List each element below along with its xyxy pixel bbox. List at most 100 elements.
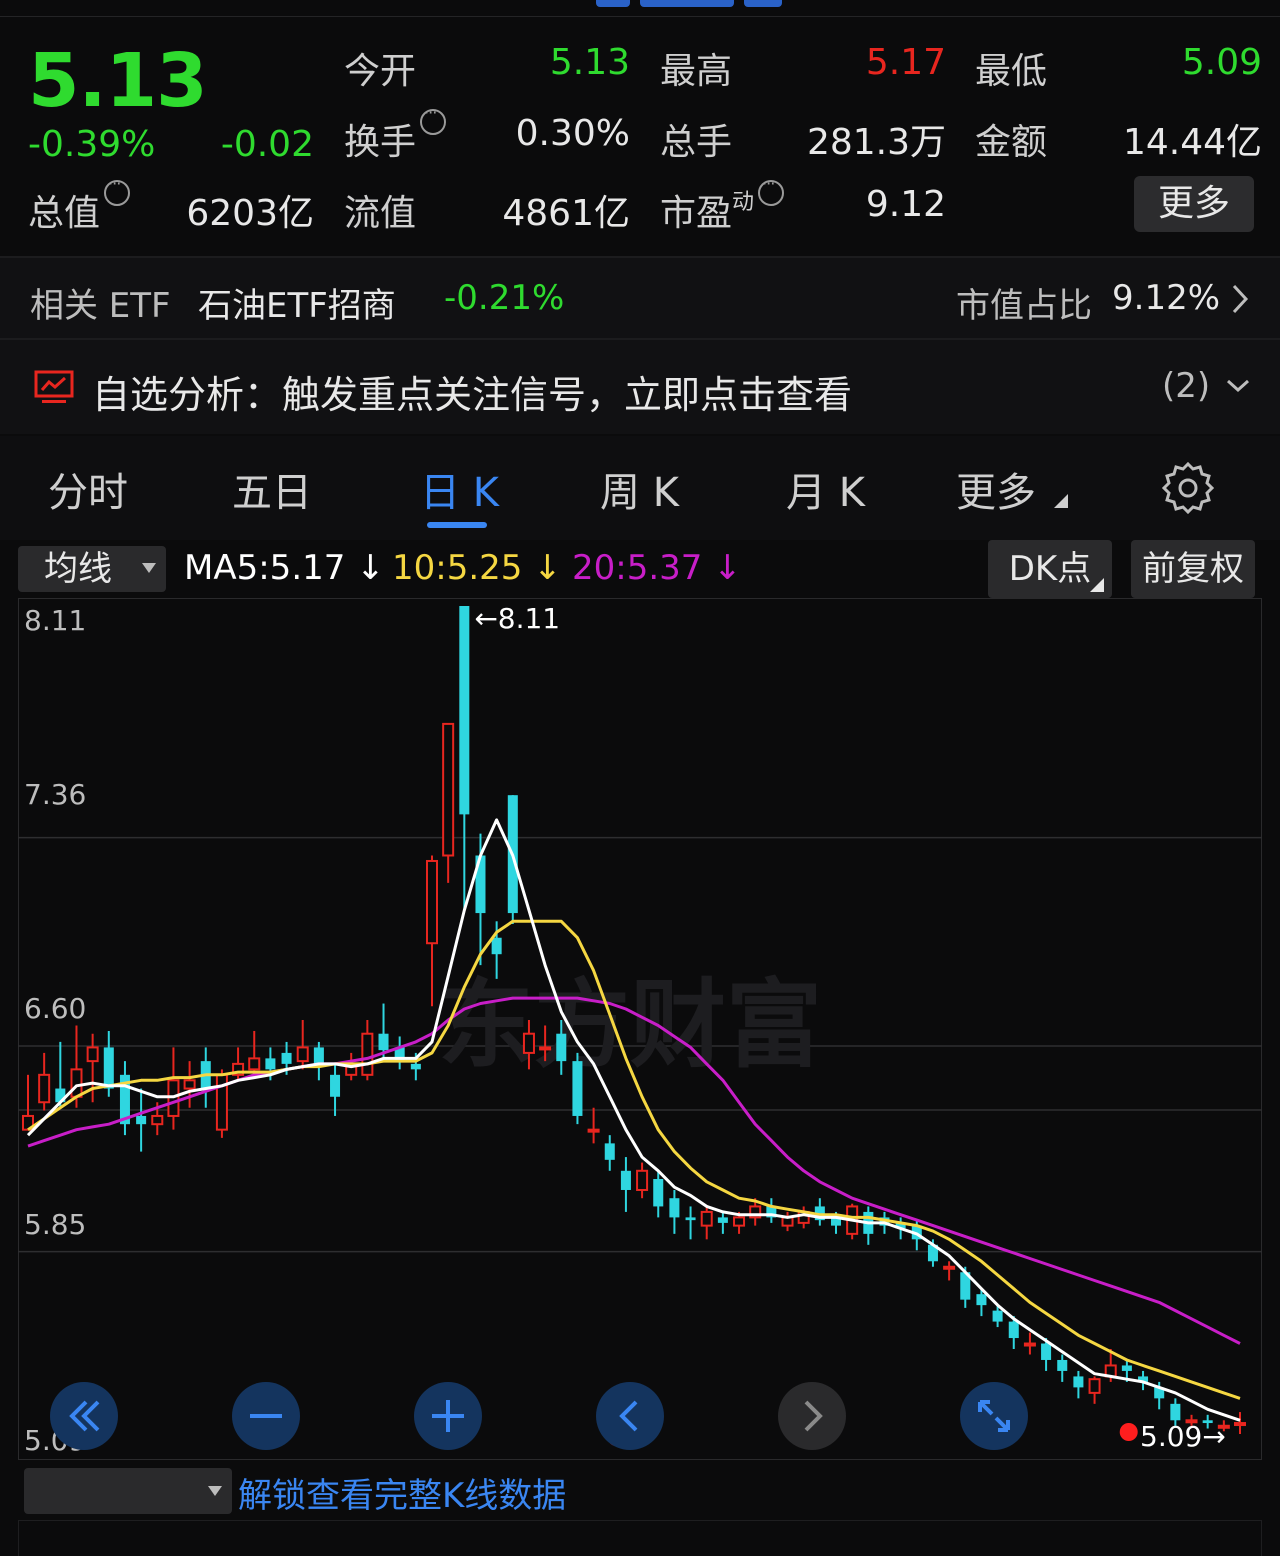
candle-body xyxy=(103,1047,114,1089)
candle-body xyxy=(700,1210,713,1227)
candle xyxy=(215,1069,228,1138)
tab-daily-k[interactable]: 日 K xyxy=(420,460,499,518)
amount-label: 金额 xyxy=(975,122,1048,163)
ma5-readout: MA5:5.17 ↓ xyxy=(184,548,385,588)
header-tab-pill[interactable] xyxy=(640,0,734,7)
settings-gear-icon[interactable] xyxy=(1162,462,1214,514)
candle xyxy=(459,606,470,911)
ma10-readout: 10:5.25 ↓ xyxy=(392,548,562,588)
header-tab-pill[interactable] xyxy=(744,0,782,7)
blurred-selector[interactable] xyxy=(24,1468,232,1514)
kline-chart[interactable]: 东方财富 8.117.366.605.855.09 ←8.115.09→ xyxy=(18,598,1262,1460)
pe-label[interactable]: 市盈动 xyxy=(660,174,785,236)
low-label: 最低 xyxy=(975,51,1048,92)
candle xyxy=(814,1198,825,1226)
minus-icon xyxy=(250,1414,282,1418)
more-info-icon[interactable] xyxy=(420,103,447,135)
chevron-right-icon xyxy=(804,1400,823,1432)
last-price-marker: 5.09→ xyxy=(1140,1420,1226,1453)
y-tick-label: 5.85 xyxy=(24,1208,86,1241)
chevron-right-icon[interactable] xyxy=(1230,282,1252,316)
indicator-selector[interactable]: 均线 xyxy=(18,546,166,592)
y-tick-label: 7.36 xyxy=(24,778,86,811)
etf-label: 相关 ETF xyxy=(30,286,171,326)
etf-name[interactable]: 石油ETF招商 xyxy=(198,278,396,327)
double-chevron-left-icon xyxy=(69,1400,100,1432)
candle-body xyxy=(733,1216,746,1227)
chevron-down-icon[interactable] xyxy=(1226,378,1250,394)
low-value: 5.09 xyxy=(1181,42,1262,83)
candle xyxy=(442,722,455,883)
price-adjust-button[interactable]: 前复权 xyxy=(1131,540,1255,598)
tab-more[interactable]: 更多 xyxy=(956,460,1036,518)
zoom-out-button[interactable] xyxy=(232,1382,300,1450)
ma20-value: 20:5.37 xyxy=(572,548,703,588)
candle-body xyxy=(442,722,455,857)
expand-icon xyxy=(978,1400,1010,1432)
candle xyxy=(21,1074,35,1131)
market-cap-value: 6203亿 xyxy=(186,193,314,234)
candle xyxy=(119,1061,130,1136)
arrow-down-icon: ↓ xyxy=(702,548,742,588)
chevron-left-icon xyxy=(619,1400,638,1432)
candle-body xyxy=(1041,1343,1052,1360)
candle xyxy=(766,1198,777,1223)
period-tabs: 分时 五日 日 K 周 K 月 K 更多 xyxy=(0,436,1280,540)
market-cap-label[interactable]: 总值 xyxy=(28,174,131,236)
tab-intraday[interactable]: 分时 xyxy=(48,460,128,518)
ma10-value: 10:5.25 xyxy=(392,548,523,588)
header-tab-pill[interactable] xyxy=(596,0,630,7)
candle xyxy=(653,1170,664,1218)
candle xyxy=(669,1189,680,1234)
turnover-label[interactable]: 换手 xyxy=(344,103,447,165)
market-share-value: 9.12% xyxy=(1112,278,1221,318)
corner-triangle-icon xyxy=(1054,494,1068,508)
candle-body xyxy=(86,1046,99,1063)
candle xyxy=(1088,1376,1101,1404)
candle-body xyxy=(296,1046,309,1063)
analysis-count: (2) xyxy=(1162,366,1211,406)
candle-body xyxy=(136,1115,147,1125)
candle xyxy=(1057,1354,1068,1382)
analysis-banner[interactable]: 自选分析：触发重点关注信号，立即点击查看 (2) xyxy=(0,340,1280,434)
quote-panel: 5.13 -0.39% -0.02 总值 6203亿 今开 5.13 换手 0.… xyxy=(0,16,1280,256)
candle-body xyxy=(572,1061,583,1116)
indicator-selector-label: 均线 xyxy=(44,549,112,589)
arrow-down-icon: ↓ xyxy=(522,548,562,588)
candle-body xyxy=(1170,1403,1181,1421)
scroll-left-button[interactable] xyxy=(596,1382,664,1450)
related-etf-row[interactable]: 相关 ETF 石油ETF招商 -0.21% 市值占比 9.12% xyxy=(0,258,1280,338)
candle-body xyxy=(653,1179,664,1207)
zoom-in-button[interactable] xyxy=(414,1382,482,1450)
candle xyxy=(136,1088,147,1152)
candle xyxy=(700,1206,713,1240)
candle xyxy=(781,1211,794,1232)
candle xyxy=(38,1052,51,1111)
candle xyxy=(167,1047,180,1130)
open-label: 今开 xyxy=(344,51,417,92)
more-quote-button[interactable]: 更多 xyxy=(1134,176,1254,232)
active-tab-indicator xyxy=(427,522,487,528)
change-percent: -0.39% xyxy=(28,124,156,165)
candle-body xyxy=(717,1217,728,1223)
more-info-icon[interactable] xyxy=(104,174,131,206)
candle xyxy=(620,1157,631,1212)
candle xyxy=(1233,1412,1247,1434)
market-share-label: 市值占比 xyxy=(956,286,1092,326)
arrow-down-icon: ↓ xyxy=(345,548,385,588)
scroll-right-button[interactable] xyxy=(778,1382,846,1450)
amount-value: 14.44亿 xyxy=(1122,122,1262,163)
fullscreen-button[interactable] xyxy=(960,1382,1028,1450)
candle-body xyxy=(183,1079,196,1090)
analysis-text[interactable]: 自选分析：触发重点关注信号，立即点击查看 xyxy=(92,364,852,419)
candle-body xyxy=(1088,1378,1101,1394)
unlock-full-kline-link[interactable]: 解锁查看完整K线数据 xyxy=(238,1468,566,1517)
tab-weekly-k[interactable]: 周 K xyxy=(600,460,679,518)
scroll-far-left-button[interactable] xyxy=(50,1382,118,1450)
tab-five-day[interactable]: 五日 xyxy=(232,460,312,518)
sub-chart-panel xyxy=(18,1520,1262,1556)
tab-monthly-k[interactable]: 月 K xyxy=(786,460,865,518)
ma20-readout: 20:5.37 ↓ xyxy=(572,548,742,588)
dk-point-button[interactable]: DK点 xyxy=(988,540,1112,598)
candle-body xyxy=(425,859,439,945)
